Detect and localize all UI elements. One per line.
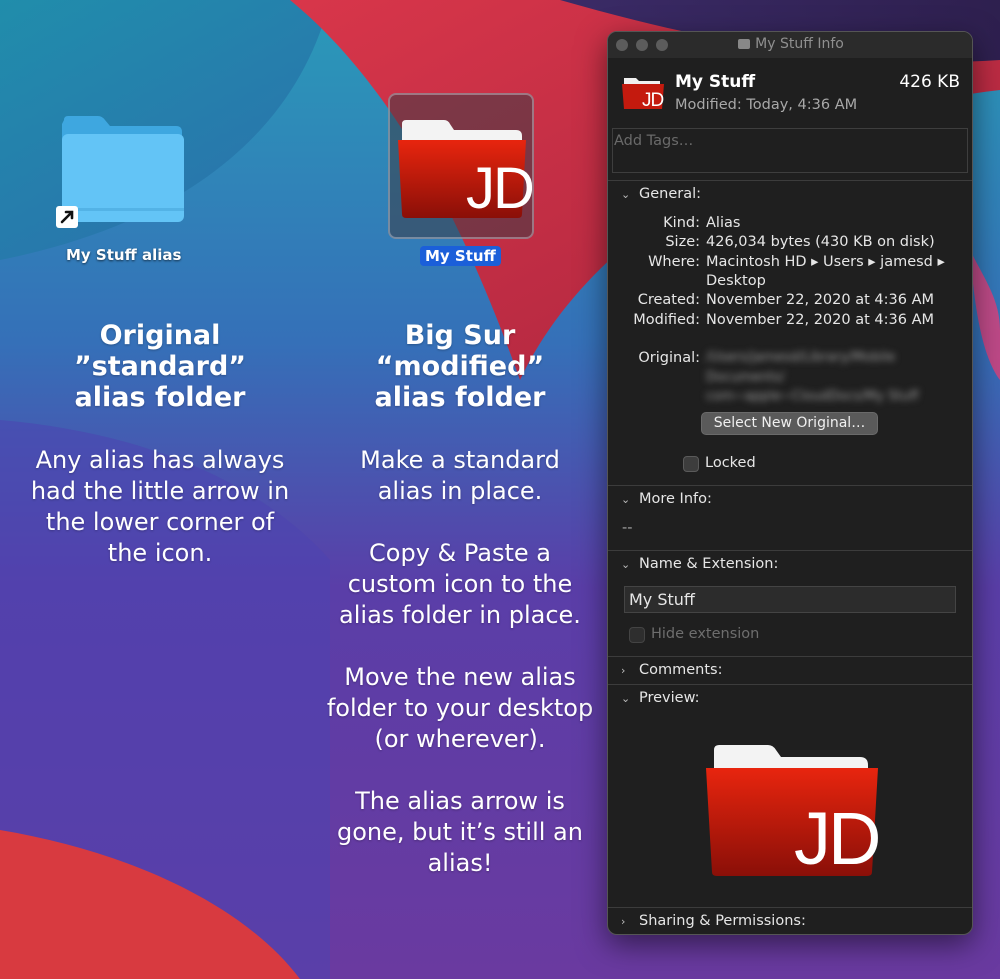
- kind-label: Kind:: [663, 215, 700, 231]
- section-comments-toggle[interactable]: › Comments:: [621, 662, 722, 678]
- where-label: Where:: [648, 254, 700, 270]
- chevron-down-icon: ⌄: [621, 493, 631, 506]
- size-value: 426,034 bytes (430 KB on disk): [706, 234, 935, 250]
- preview-jd-folder-icon: JD: [706, 745, 881, 880]
- where-value-line1: Macintosh HD ▸ Users ▸ jamesd ▸: [706, 254, 945, 270]
- blue-folder-alias-icon[interactable]: [54, 112, 190, 234]
- divider: [608, 550, 972, 551]
- custom-icon-label[interactable]: My Stuff: [420, 246, 501, 266]
- kind-value: Alias: [706, 215, 741, 231]
- chevron-down-icon: ⌄: [621, 692, 631, 705]
- alias-icon-label[interactable]: My Stuff alias: [66, 246, 181, 264]
- name-field[interactable]: [624, 586, 956, 613]
- original-path-redacted: Documents/: [706, 370, 785, 385]
- where-value-line2: Desktop: [706, 273, 766, 289]
- modified-value: November 22, 2020 at 4:36 AM: [706, 312, 934, 328]
- svg-text:JD: JD: [794, 797, 878, 880]
- divider: [608, 485, 972, 486]
- chevron-down-icon: ⌄: [621, 188, 631, 201]
- original-path-redacted: /Users/jamesd/Library/Mobile: [706, 350, 896, 365]
- select-new-original-button[interactable]: Select New Original…: [701, 412, 878, 435]
- window-titlebar[interactable]: My Stuff Info: [608, 32, 972, 58]
- tags-field[interactable]: [612, 128, 968, 173]
- size-label: Size:: [665, 234, 700, 250]
- modified-label: Modified:: [633, 312, 700, 328]
- locked-label: Locked: [705, 455, 756, 471]
- created-value: November 22, 2020 at 4:36 AM: [706, 292, 934, 308]
- right-caption-title: Big Sur “modified” alias folder: [374, 320, 546, 413]
- folder-proxy-icon: [738, 39, 751, 49]
- file-name-heading: My Stuff: [675, 72, 756, 92]
- chevron-right-icon: ›: [621, 664, 626, 677]
- modified-summary: Modified: Today, 4:36 AM: [675, 97, 858, 113]
- original-path-redacted: com~apple~CloudDocs/My Stuff: [706, 389, 919, 404]
- file-size-heading: 426 KB: [899, 72, 960, 92]
- red-jd-folder-icon[interactable]: JD: [392, 110, 532, 226]
- jd-monogram: JD: [466, 156, 532, 221]
- created-label: Created:: [637, 292, 700, 308]
- hide-extension-label: Hide extension: [651, 626, 760, 642]
- section-more-info-toggle[interactable]: ⌄ More Info:: [621, 491, 712, 507]
- right-caption-body: Make a standard alias in place. Copy & P…: [326, 446, 594, 877]
- chevron-right-icon: ›: [621, 915, 626, 928]
- divider: [608, 684, 972, 685]
- hide-extension-checkbox[interactable]: [629, 627, 645, 643]
- get-info-window: My Stuff Info JD My Stuff 426 KB Modifie…: [607, 31, 973, 935]
- alias-arrow-icon: [56, 206, 78, 228]
- left-caption-title: Original ”standard” alias folder: [73, 320, 247, 413]
- window-title: My Stuff Info: [608, 36, 972, 52]
- svg-text:JD: JD: [642, 90, 664, 111]
- small-jd-folder-icon: JD: [622, 78, 665, 111]
- section-name-extension-toggle[interactable]: ⌄ Name & Extension:: [621, 556, 778, 572]
- more-info-value: --: [622, 520, 633, 536]
- section-general-toggle[interactable]: ⌄ General:: [621, 186, 701, 202]
- divider: [608, 907, 972, 908]
- tags-input[interactable]: [613, 129, 967, 153]
- chevron-down-icon: ⌄: [621, 558, 631, 571]
- divider: [608, 656, 972, 657]
- locked-checkbox[interactable]: [683, 456, 699, 472]
- original-label: Original:: [638, 350, 700, 366]
- section-sharing-permissions-toggle[interactable]: › Sharing & Permissions:: [621, 913, 806, 929]
- left-caption-body: Any alias has always had the little arro…: [30, 446, 290, 567]
- section-preview-toggle[interactable]: ⌄ Preview:: [621, 690, 700, 706]
- divider: [608, 180, 972, 181]
